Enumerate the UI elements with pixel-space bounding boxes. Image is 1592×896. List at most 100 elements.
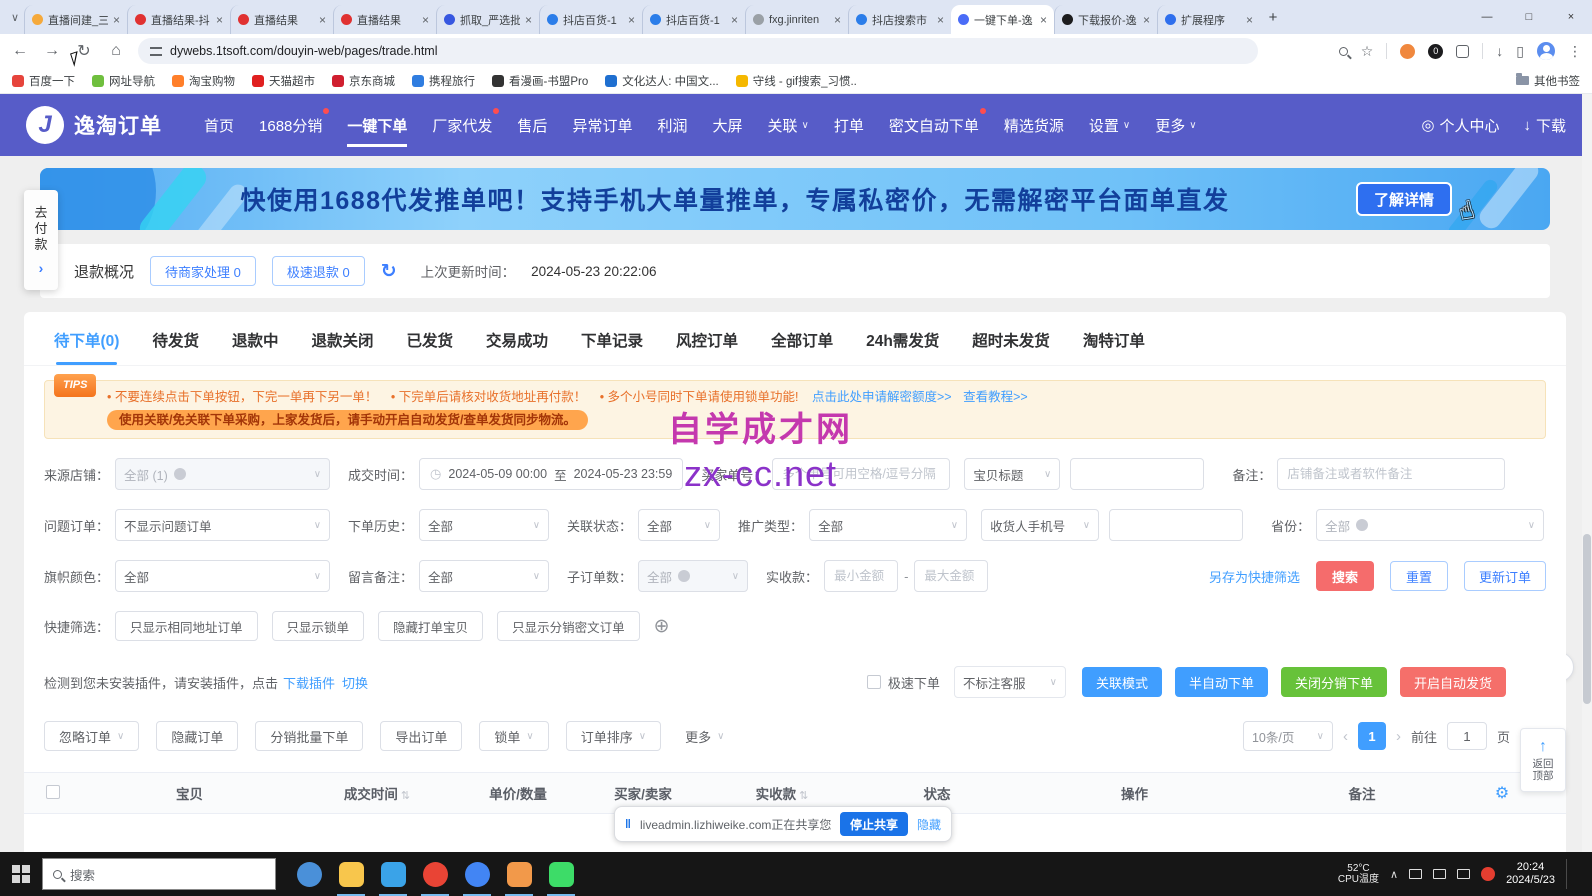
nav-item-cipher-auto-order[interactable]: 密文自动下单 xyxy=(889,94,979,156)
browser-tab[interactable]: 抓取_严选批 × xyxy=(436,5,539,34)
minimize-button[interactable]: — xyxy=(1466,0,1508,34)
switch-plugin-link[interactable]: 切换 xyxy=(342,673,368,692)
taskbar-search[interactable]: 搜索 xyxy=(42,858,276,890)
show-desktop-button[interactable] xyxy=(1578,852,1584,896)
bookmark-item[interactable]: 文化达人: 中国文... xyxy=(605,73,718,89)
chip-cipher-only[interactable]: 只显示分销密文订单 xyxy=(497,611,640,641)
restore-button[interactable]: □ xyxy=(1508,0,1550,34)
tab-search-icon[interactable]: ∨ xyxy=(6,11,24,24)
extension-fox-icon[interactable] xyxy=(1400,44,1415,59)
promo-type-select[interactable]: 全部 ∨ xyxy=(809,509,967,541)
hide-order-button[interactable]: 隐藏订单 xyxy=(156,721,238,751)
relation-mode-button[interactable]: 关联模式 xyxy=(1082,667,1162,697)
source-shop-select[interactable]: 全部 (1) ∨ xyxy=(115,458,330,490)
taskbar-app-1[interactable] xyxy=(288,852,330,896)
app-logo[interactable]: J xyxy=(26,106,64,144)
item-title-input[interactable] xyxy=(1070,458,1204,490)
semi-auto-order-button[interactable]: 半自动下单 xyxy=(1175,667,1268,697)
forward-icon[interactable]: → xyxy=(42,42,62,60)
taskbar-app-chrome-2[interactable] xyxy=(456,852,498,896)
address-bar[interactable]: dywebs.1tsoft.com/douyin-web/pages/trade… xyxy=(138,38,1258,64)
bookmark-star-icon[interactable]: ☆ xyxy=(1361,43,1374,60)
bookmark-item[interactable]: 携程旅行 xyxy=(412,73,475,89)
nav-item-selected-supply[interactable]: 精选货源 xyxy=(1004,94,1064,156)
taskbar-app-wechat[interactable] xyxy=(540,852,582,896)
col-paid[interactable]: 实收款⇅ xyxy=(707,783,857,803)
select-all-checkbox[interactable] xyxy=(46,785,60,799)
tab-close-icon[interactable]: × xyxy=(937,13,944,27)
order-tab-overtime[interactable]: 超时未发货 xyxy=(972,329,1050,365)
download-plugin-link[interactable]: 下载插件 xyxy=(283,673,335,692)
relation-status-select[interactable]: 全部 ∨ xyxy=(638,509,720,541)
bookmark-item[interactable]: 百度一下 xyxy=(12,73,75,89)
reset-button[interactable]: 重置 xyxy=(1390,561,1448,591)
tab-close-icon[interactable]: × xyxy=(1143,13,1150,27)
col-deal-time[interactable]: 成交时间⇅ xyxy=(297,783,457,803)
order-tab-to-ship[interactable]: 待发货 xyxy=(152,329,199,365)
fenxiao-batch-order-button[interactable]: 分销批量下单 xyxy=(255,721,363,751)
prev-page-icon[interactable]: ‹ xyxy=(1343,728,1348,745)
taskbar-clock[interactable]: 20:24 2024/5/23 xyxy=(1506,861,1555,887)
order-tab-risk[interactable]: 风控订单 xyxy=(676,329,738,365)
browser-tab[interactable]: 下载报价-逸 × xyxy=(1054,5,1157,34)
sidebar-icon[interactable]: ▯ xyxy=(1516,43,1524,60)
extension-zero-icon[interactable]: 0 xyxy=(1428,44,1443,59)
bookmark-item[interactable]: 天猫超市 xyxy=(252,73,315,89)
taskbar-app-chrome[interactable] xyxy=(414,852,456,896)
go-pay-side-tab[interactable]: 去付款 › xyxy=(24,190,58,290)
nav-item-abnormal-orders[interactable]: 异常订单 xyxy=(572,94,632,156)
page-scrollbar[interactable] xyxy=(1582,94,1592,852)
browser-tab[interactable]: 直播间建_三 × xyxy=(24,5,127,34)
browser-tab[interactable]: 抖店百货-1 × xyxy=(539,5,642,34)
order-sort-button[interactable]: 订单排序∨ xyxy=(566,721,661,751)
add-quick-filter-icon[interactable]: ⊕ xyxy=(654,615,670,638)
search-button[interactable]: 搜索 xyxy=(1316,561,1374,591)
promo-banner[interactable]: 快使用1688代发推单吧！支持手机大单量推单，专属私密价，无需解密平台面单直发 … xyxy=(40,168,1550,230)
close-button[interactable]: × xyxy=(1550,0,1592,34)
home-icon[interactable]: ⌂ xyxy=(106,42,126,60)
browser-tab[interactable]: 扩展程序 × xyxy=(1157,5,1260,34)
express-order-checkbox[interactable] xyxy=(867,675,881,689)
taskbar-app-files[interactable] xyxy=(498,852,540,896)
tab-close-icon[interactable]: × xyxy=(731,13,738,27)
stop-sharing-button[interactable]: 停止共享 xyxy=(840,812,908,836)
tray-expand-icon[interactable]: ∧ xyxy=(1390,868,1398,881)
order-tab-refunding[interactable]: 退款中 xyxy=(232,329,279,365)
bookmark-item[interactable]: 守线 - gif搜索_习惯.. xyxy=(736,73,857,89)
service-note-select[interactable]: 不标注客服 ∨ xyxy=(954,666,1066,698)
view-tutorial-link[interactable]: 查看教程>> xyxy=(963,390,1028,404)
save-quick-filter-link[interactable]: 另存为快捷筛选 xyxy=(1209,567,1300,586)
bookmark-item[interactable]: 京东商城 xyxy=(332,73,395,89)
chip-locked-only[interactable]: 只显示锁单 xyxy=(272,611,365,641)
goto-page-input[interactable] xyxy=(1447,722,1487,750)
browser-tab[interactable]: 抖店百货-1 × xyxy=(642,5,745,34)
site-settings-icon[interactable] xyxy=(150,47,162,56)
sort-icon[interactable]: ⇅ xyxy=(799,790,808,802)
order-tab-taote[interactable]: 淘特订单 xyxy=(1083,329,1145,365)
order-tab-success[interactable]: 交易成功 xyxy=(486,329,548,365)
pending-merchant-button[interactable]: 待商家处理 0 xyxy=(150,256,256,286)
tab-close-icon[interactable]: × xyxy=(319,13,326,27)
extensions-icon[interactable] xyxy=(1456,45,1469,58)
tab-close-icon[interactable]: × xyxy=(422,13,429,27)
order-tab-24h[interactable]: 24h需发货 xyxy=(866,329,939,365)
nav-item-profit[interactable]: 利润 xyxy=(657,94,687,156)
next-page-icon[interactable]: › xyxy=(1396,728,1401,745)
nav-item-relation[interactable]: 关联∨ xyxy=(767,94,808,156)
export-order-button[interactable]: 导出订单 xyxy=(380,721,462,751)
browser-tab-active[interactable]: 一键下单-逸 × xyxy=(951,5,1054,34)
browser-menu-icon[interactable]: ⋮ xyxy=(1568,43,1582,60)
back-to-top-button[interactable]: ↑ 返回顶部 xyxy=(1520,728,1566,792)
bookmark-item[interactable]: 看漫画-书盟Pro xyxy=(492,73,588,89)
close-fenxiao-order-button[interactable]: 关闭分销下单 xyxy=(1281,667,1387,697)
lock-order-button[interactable]: 锁单∨ xyxy=(479,721,548,751)
back-icon[interactable]: ← xyxy=(10,42,30,60)
message-remark-select[interactable]: 全部 ∨ xyxy=(419,560,549,592)
amount-min-input[interactable] xyxy=(824,560,898,592)
cpu-temp-widget[interactable]: 52°C CPU温度 xyxy=(1338,863,1379,885)
apply-decrypt-link[interactable]: 点击此处申请解密额度>> xyxy=(812,390,952,404)
order-tab-history[interactable]: 下单记录 xyxy=(581,329,643,365)
zoom-icon[interactable] xyxy=(1339,47,1348,56)
province-select[interactable]: 全部 ∨ xyxy=(1316,509,1544,541)
order-tab-pending[interactable]: 待下单(0) xyxy=(54,329,119,365)
